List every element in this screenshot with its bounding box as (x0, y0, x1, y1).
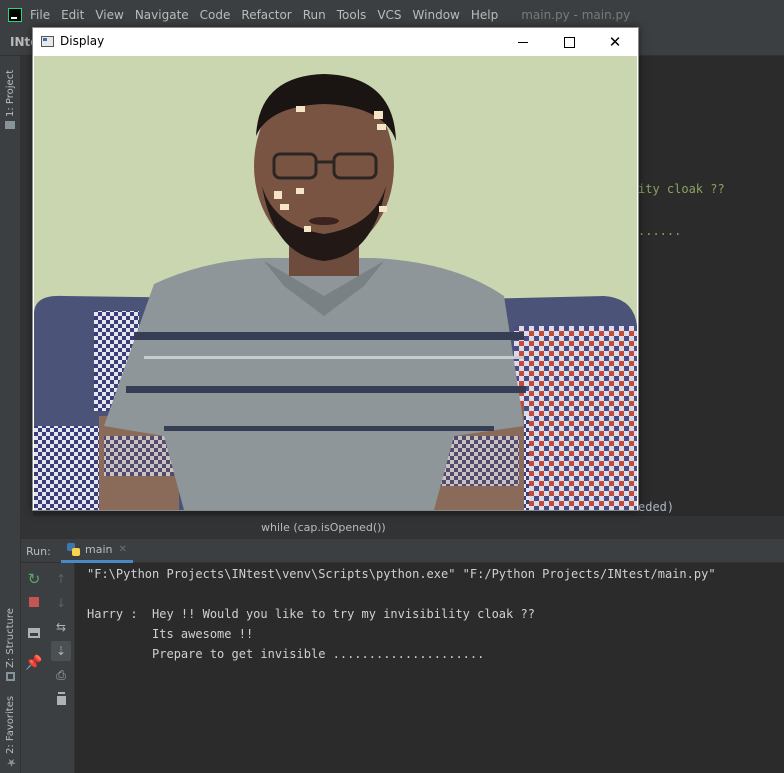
run-panel-label: Run: (26, 545, 51, 558)
menu-refactor[interactable]: Refactor (241, 8, 291, 22)
close-icon: ✕ (608, 33, 622, 51)
tab-structure-label: Z: Structure (5, 608, 16, 668)
console-line: Prepare to get invisible ...............… (87, 647, 485, 661)
tab-structure[interactable]: Z: Structure (2, 606, 19, 684)
menu-file[interactable]: File (30, 8, 50, 22)
menu-view[interactable]: View (95, 8, 123, 22)
code-line-fragment: ity cloak ?? (638, 182, 725, 196)
pycharm-logo-icon (8, 8, 22, 22)
menu-navigate[interactable]: Navigate (135, 8, 189, 22)
maximize-button[interactable] (546, 28, 592, 56)
run-toolbar: ↻ 📌 (21, 563, 48, 773)
menu-vcs[interactable]: VCS (377, 8, 401, 22)
webcam-image (34, 56, 637, 510)
menu-bar: File Edit View Navigate Code Refactor Ru… (0, 0, 784, 30)
close-button[interactable]: ✕ (592, 28, 638, 56)
code-line-fragment: eded) (638, 500, 675, 514)
console-line: Its awesome !! (87, 627, 254, 641)
run-panel-header: Run: main ✕ (21, 538, 784, 563)
console-toolbar: ↑ ↓ ⇆ ⇣ ⎙ (48, 563, 75, 773)
close-icon[interactable]: ✕ (118, 544, 126, 555)
tab-project[interactable]: 1: Project (2, 62, 19, 132)
tab-project-label: 1: Project (5, 69, 16, 117)
tab-run-main[interactable]: main ✕ (61, 539, 133, 563)
scroll-to-end-icon[interactable]: ⇣ (51, 641, 71, 661)
trash-icon[interactable] (51, 689, 71, 709)
soft-wrap-icon[interactable]: ⇆ (51, 617, 71, 637)
menu-edit[interactable]: Edit (61, 8, 84, 22)
breadcrumb: while (cap.isOpened()) (21, 516, 784, 538)
structure-icon (6, 672, 15, 681)
pin-icon[interactable]: 📌 (24, 653, 44, 673)
run-tab-label: main (85, 543, 113, 556)
menu-run[interactable]: Run (303, 8, 326, 22)
menu-tools[interactable]: Tools (337, 8, 367, 22)
python-icon (67, 543, 80, 556)
arrow-down-icon[interactable]: ↓ (51, 593, 71, 613)
stop-icon (29, 597, 39, 607)
display-window-title: Display (60, 34, 105, 48)
breadcrumb-item[interactable]: while (cap.isOpened()) (261, 521, 386, 534)
folder-icon (5, 121, 16, 129)
console-line: "F:\Python Projects\INtest\venv\Scripts\… (87, 567, 716, 581)
menu-window[interactable]: Window (413, 8, 460, 22)
left-tool-strip: 1: Project Z: Structure ★ 2: Favorites (0, 56, 21, 773)
minimize-button[interactable] (500, 28, 546, 56)
print-icon[interactable]: ⎙ (51, 665, 71, 685)
star-icon: ★ (5, 756, 18, 769)
webcam-video-frame (34, 56, 637, 510)
rerun-icon[interactable]: ↻ (24, 569, 44, 589)
display-window[interactable]: Display ✕ (32, 27, 639, 511)
tab-favorites-label: 2: Favorites (5, 695, 16, 754)
code-line-fragment: ...... (638, 224, 682, 238)
tab-favorites[interactable]: ★ 2: Favorites (2, 692, 19, 772)
arrow-up-icon[interactable]: ↑ (51, 569, 71, 589)
console-line: Harry : Hey !! Would you like to try my … (87, 607, 535, 621)
display-titlebar[interactable]: Display ✕ (33, 28, 638, 56)
window-title: main.py - main.py (521, 8, 631, 22)
window-app-icon (41, 36, 54, 47)
menu-help[interactable]: Help (471, 8, 498, 22)
stop-button[interactable] (24, 592, 44, 612)
console-output[interactable]: "F:\Python Projects\INtest\venv\Scripts\… (75, 563, 784, 773)
menu-code[interactable]: Code (200, 8, 231, 22)
layout-icon[interactable] (24, 623, 44, 643)
